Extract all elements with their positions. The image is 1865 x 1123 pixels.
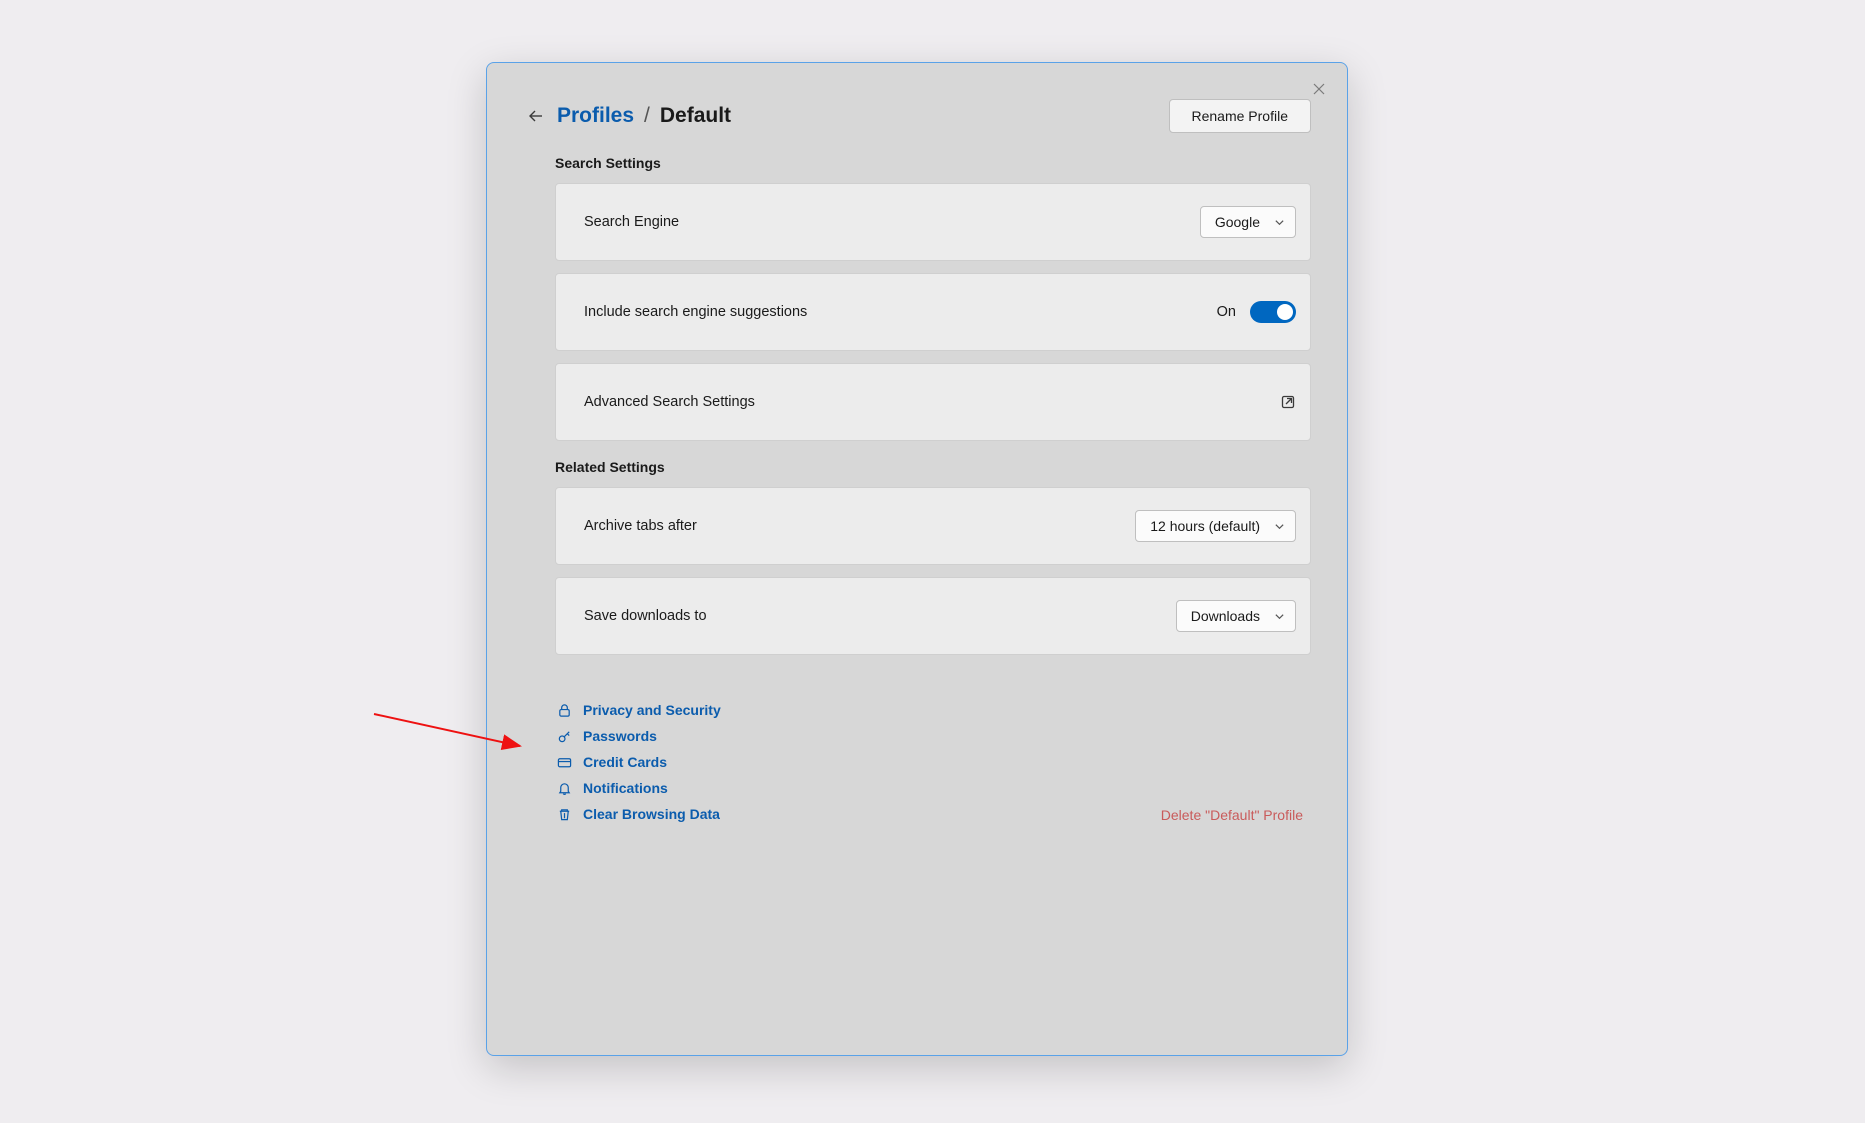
setting-label: Include search engine suggestions [584, 304, 807, 320]
breadcrumb-root[interactable]: Profiles [557, 104, 634, 128]
section-title-related-settings: Related Settings [555, 459, 1311, 475]
breadcrumb: Profiles / Default [557, 104, 1169, 128]
setting-label: Archive tabs after [584, 518, 697, 534]
link-notifications[interactable]: Notifications [555, 779, 668, 797]
chevron-down-icon [1274, 611, 1285, 622]
close-icon [1313, 83, 1325, 95]
trash-icon [555, 805, 573, 823]
search-engine-dropdown[interactable]: Google [1200, 206, 1296, 238]
link-label: Clear Browsing Data [583, 806, 720, 822]
link-label: Notifications [583, 780, 668, 796]
external-link-icon [1280, 394, 1296, 410]
breadcrumb-current: Default [660, 104, 731, 128]
dropdown-value: Google [1215, 214, 1260, 230]
link-label: Passwords [583, 728, 657, 744]
toggle-group: On [1217, 301, 1296, 323]
link-credit-cards[interactable]: Credit Cards [555, 753, 667, 771]
bottom-links-row: Privacy and Security Passwords Credit Ca… [523, 667, 1311, 823]
dialog-header: Profiles / Default Rename Profile [523, 99, 1311, 133]
lock-icon [555, 701, 573, 719]
link-clear-browsing-data[interactable]: Clear Browsing Data [555, 805, 720, 823]
breadcrumb-separator: / [644, 104, 650, 128]
suggestions-toggle[interactable] [1250, 301, 1296, 323]
downloads-dropdown[interactable]: Downloads [1176, 600, 1296, 632]
related-links-list: Privacy and Security Passwords Credit Ca… [555, 701, 721, 823]
setting-label: Search Engine [584, 214, 679, 230]
setting-row-save-downloads: Save downloads to Downloads [555, 577, 1311, 655]
credit-card-icon [555, 753, 573, 771]
dropdown-value: 12 hours (default) [1150, 518, 1260, 534]
delete-profile-link[interactable]: Delete "Default" Profile [1161, 807, 1303, 823]
arrow-left-icon [527, 107, 545, 125]
link-passwords[interactable]: Passwords [555, 727, 657, 745]
key-icon [555, 727, 573, 745]
chevron-down-icon [1274, 217, 1285, 228]
close-button[interactable] [1305, 75, 1333, 103]
setting-row-archive-tabs: Archive tabs after 12 hours (default) [555, 487, 1311, 565]
back-button[interactable] [523, 103, 549, 129]
setting-row-search-suggestions: Include search engine suggestions On [555, 273, 1311, 351]
chevron-down-icon [1274, 521, 1285, 532]
rename-profile-button[interactable]: Rename Profile [1169, 99, 1312, 133]
profile-settings-dialog: Profiles / Default Rename Profile Search… [486, 62, 1348, 1056]
archive-tabs-dropdown[interactable]: 12 hours (default) [1135, 510, 1296, 542]
dropdown-value: Downloads [1191, 608, 1260, 624]
setting-row-search-engine: Search Engine Google [555, 183, 1311, 261]
setting-label: Save downloads to [584, 608, 707, 624]
link-label: Credit Cards [583, 754, 667, 770]
bell-icon [555, 779, 573, 797]
link-label: Privacy and Security [583, 702, 721, 718]
section-title-search-settings: Search Settings [555, 155, 1311, 171]
setting-label: Advanced Search Settings [584, 394, 755, 410]
link-privacy-security[interactable]: Privacy and Security [555, 701, 721, 719]
toggle-value-label: On [1217, 304, 1236, 320]
setting-row-advanced-search[interactable]: Advanced Search Settings [555, 363, 1311, 441]
